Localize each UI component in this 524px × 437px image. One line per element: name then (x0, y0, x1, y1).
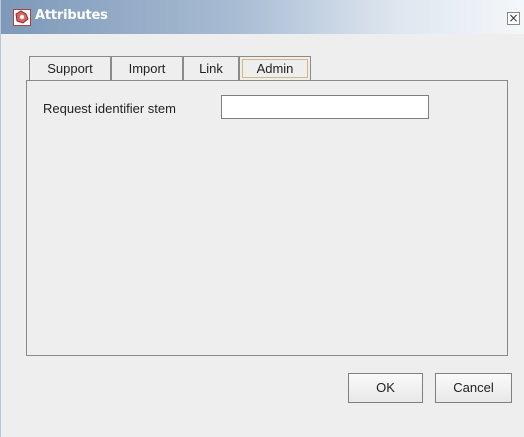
tab-support[interactable]: Support (29, 56, 111, 81)
close-icon: × (508, 11, 519, 25)
ok-button[interactable]: OK (348, 373, 423, 403)
cancel-button-label: Cancel (453, 380, 494, 395)
request-identifier-stem-input[interactable] (221, 95, 429, 119)
app-icon (13, 9, 31, 26)
cancel-button[interactable]: Cancel (435, 373, 512, 403)
tab-link[interactable]: Link (183, 56, 239, 81)
tab-label: Support (47, 61, 93, 76)
close-button[interactable]: × (507, 12, 520, 25)
tab-label: Admin (256, 61, 294, 76)
tab-label: Import (128, 61, 166, 76)
admin-tab-panel (26, 80, 508, 356)
request-identifier-stem-label: Request identifier stem (43, 101, 176, 116)
tab-label: Link (199, 61, 223, 76)
attributes-dialog: Attributes × Support Import Link Admin R… (0, 0, 524, 437)
window-title: Attributes (35, 8, 108, 23)
tab-admin[interactable]: Admin (239, 56, 311, 82)
title-bar[interactable]: Attributes × (1, 0, 524, 34)
tab-import[interactable]: Import (111, 56, 183, 81)
ok-button-label: OK (376, 380, 395, 395)
